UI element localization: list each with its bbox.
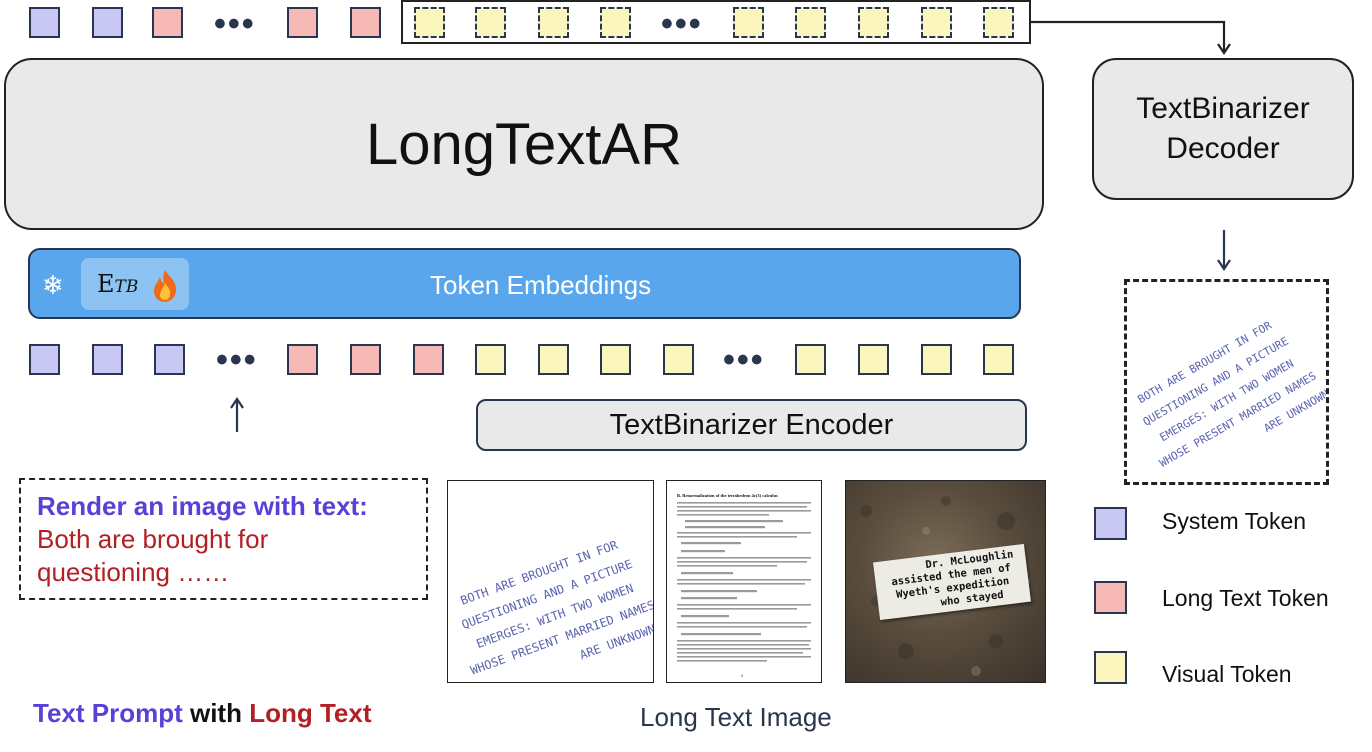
system-token <box>29 344 60 375</box>
visual-token <box>475 344 506 375</box>
textbinarizer-encoder-box: TextBinarizer Encoder <box>476 399 1027 451</box>
visual-token <box>921 7 952 38</box>
prompt-up-arrow <box>230 397 244 432</box>
legend-swatch-long-text <box>1094 581 1127 614</box>
textbinarizer-decoder-box: TextBinarizer Decoder <box>1092 58 1354 200</box>
document-heading: B. Renormalization of the tetrahedron 4ε… <box>677 493 778 498</box>
decoder-to-output-arrow <box>1217 230 1231 271</box>
document-page-number: 8 <box>741 673 744 678</box>
caption-long-text: Long Text <box>249 698 372 728</box>
visual-token <box>795 344 826 375</box>
model-title: LongTextAR <box>366 111 682 177</box>
decoder-title-line2: Decoder <box>1166 132 1280 165</box>
visual-token <box>538 7 569 38</box>
etb-label: ETB <box>97 270 138 298</box>
decoder-title-line1: TextBinarizer <box>1136 92 1310 125</box>
scene-text-photo: Dr. McLoughlin assisted the men of Wyeth… <box>845 480 1046 683</box>
system-token <box>92 7 123 38</box>
legend-swatch-system <box>1094 507 1127 540</box>
text-prompt-caption: Text Prompt with Long Text <box>33 698 371 729</box>
etb-embedding-chip: ETB <box>81 258 189 310</box>
long-text-token <box>152 7 183 38</box>
legend-label-system: System Token <box>1162 508 1307 534</box>
system-token <box>154 344 185 375</box>
etb-subscript: TB <box>114 277 139 297</box>
flame-icon <box>154 270 177 302</box>
visual-token <box>983 344 1014 375</box>
system-token <box>92 344 123 375</box>
visual-token <box>663 344 694 375</box>
system-token <box>29 7 60 38</box>
text-prompt-box: Render an image with text: Both are brou… <box>19 478 428 600</box>
document-page-image: B. Renormalization of the tetrahedron 4ε… <box>666 480 822 683</box>
visual-token <box>414 7 445 38</box>
long-text-image-caption: Long Text Image <box>640 702 832 732</box>
prompt-long-text-line1: Both are brought for <box>37 524 269 554</box>
legend-label-visual: Visual Token <box>1162 661 1292 687</box>
visual-token <box>983 7 1014 38</box>
ellipsis: ••• <box>661 5 703 43</box>
document-text-lines <box>677 502 811 662</box>
decoded-output-box: BOTH ARE BROUGHT IN FOR QUESTIONING AND … <box>1124 279 1329 485</box>
ellipsis: ••• <box>216 341 258 379</box>
legend-label-long-text: Long Text Token <box>1162 585 1329 611</box>
visual-token <box>921 344 952 375</box>
visual-token <box>858 344 889 375</box>
visual-token <box>733 7 764 38</box>
long-text-token <box>287 344 318 375</box>
handwritten-text-image: BOTH ARE BROUGHT IN FOR QUESTIONING AND … <box>447 480 654 683</box>
visual-token <box>600 7 631 38</box>
visual-token <box>475 7 506 38</box>
caption-with: with <box>182 698 250 728</box>
snowflake-icon: ❄ <box>42 270 64 300</box>
ellipsis: ••• <box>214 5 256 43</box>
long-text-token <box>287 7 318 38</box>
decoded-handwritten-block: BOTH ARE BROUGHT IN FOR QUESTIONING AND … <box>1127 288 1326 482</box>
encoder-label: TextBinarizer Encoder <box>609 408 894 441</box>
visual-token <box>795 7 826 38</box>
top-to-decoder-arrow <box>1031 20 1231 55</box>
visual-token <box>858 7 889 38</box>
long-text-token <box>350 344 381 375</box>
token-embeddings-label: Token Embeddings <box>430 270 652 300</box>
visual-token <box>538 344 569 375</box>
visual-token <box>600 344 631 375</box>
etb-base: E <box>97 270 115 298</box>
handwritten-text-block: BOTH ARE BROUGHT IN FOR QUESTIONING AND … <box>448 520 653 682</box>
prompt-lead: Render an image with text: <box>37 491 368 521</box>
long-text-token <box>350 7 381 38</box>
prompt-long-text-line2: questioning …… <box>37 557 230 587</box>
longtextar-model-box: LongTextAR <box>4 58 1044 230</box>
legend-swatch-visual <box>1094 651 1127 684</box>
caption-text-prompt: Text Prompt <box>33 698 183 728</box>
token-embeddings-bar: ❄ ETB Token Embeddings <box>28 248 1021 319</box>
ellipsis: ••• <box>723 341 765 379</box>
long-text-token <box>413 344 444 375</box>
